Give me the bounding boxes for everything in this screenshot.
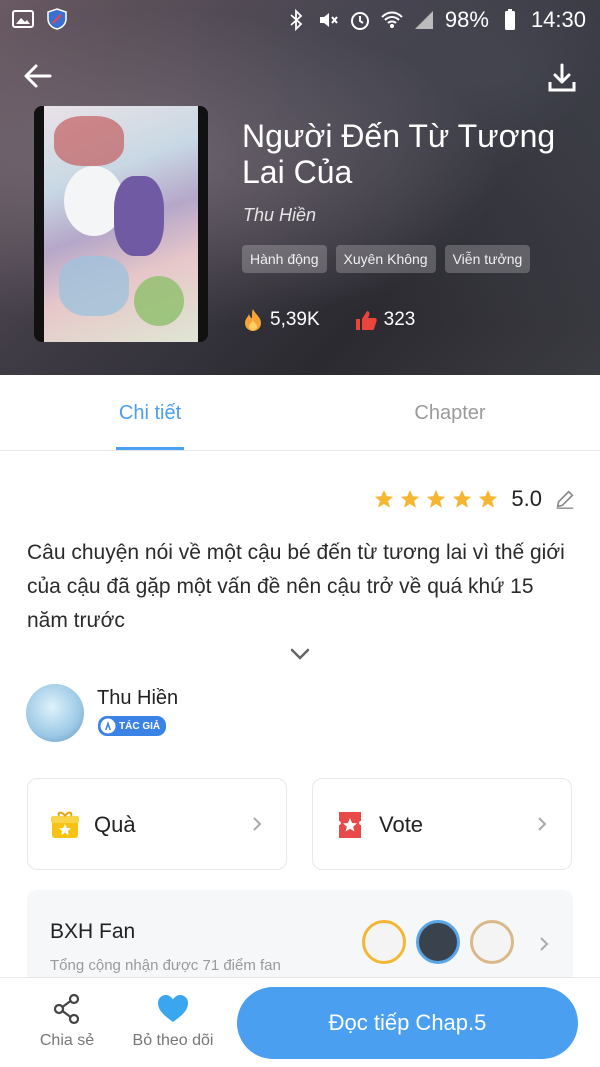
rating-value: 5.0 (511, 486, 542, 511)
share-button[interactable]: Chia sẻ (22, 992, 112, 1050)
status-bar: 98% 14:30 (0, 0, 600, 40)
share-icon (53, 993, 80, 1025)
book-author: Thu Hiền (243, 205, 317, 225)
signal-icon (414, 11, 433, 29)
likes-count: 323 (383, 309, 416, 330)
tab-details[interactable]: Chi tiết (0, 375, 300, 450)
tab-chapter[interactable]: Chapter (300, 375, 600, 450)
fan-avatar-bronze (470, 920, 514, 964)
gift-button[interactable]: Quà (27, 778, 287, 870)
unfollow-button[interactable]: Bỏ theo dõi (128, 992, 218, 1050)
gallery-icon (12, 10, 34, 28)
genre-tag[interactable]: Viễn tưởng (444, 245, 531, 273)
thumbs-up-icon (355, 311, 377, 330)
book-title: Người Đến Từ Tương Lai Của (242, 118, 556, 190)
author-profile[interactable]: Thu Hiền TÁC GIẢ (26, 684, 574, 744)
battery-icon (504, 9, 515, 30)
alarm-icon (350, 12, 369, 30)
bottom-action-bar: Chia sẻ Bỏ theo dõi Đọc tiếp Chap.5 (0, 977, 600, 1067)
genre-tag[interactable]: Hành động (242, 245, 327, 273)
unfollow-label: Bỏ theo dõi (132, 1032, 214, 1049)
avatar (26, 684, 84, 742)
genre-tag[interactable]: Xuyên Không (335, 245, 436, 273)
share-label: Chia sẻ (39, 1032, 95, 1049)
star-icon (479, 489, 498, 508)
back-arrow-icon[interactable] (20, 58, 56, 94)
vote-ticket-icon (339, 812, 361, 838)
mute-icon (319, 13, 338, 27)
chevron-down-icon[interactable] (288, 642, 312, 666)
tab-bar: Chi tiết Chapter (0, 375, 600, 451)
flame-icon (245, 309, 261, 331)
heart-icon (158, 995, 188, 1022)
views-count: 5,39K (270, 309, 320, 330)
star-icon (427, 489, 446, 508)
author-badge: TÁC GIẢ (98, 716, 167, 736)
book-stats: 5,39K 323 (242, 308, 449, 332)
fan-avatar-silver (416, 920, 460, 964)
gift-icon (51, 811, 79, 838)
bluetooth-icon (290, 9, 303, 31)
battery-percent: 98% (444, 7, 489, 32)
book-description: Câu chuyện nói về một cậu bé đến từ tươn… (27, 541, 565, 632)
author-name: Thu Hiền (97, 687, 179, 709)
author-badge-icon (100, 718, 116, 734)
clock: 14:30 (530, 7, 586, 32)
book-header: 98% 14:30 Người Đến Từ Tương Lai Của Thu… (0, 0, 600, 375)
continue-reading-button[interactable]: Đọc tiếp Chap.5 (237, 987, 578, 1059)
rating: 5.0 (373, 486, 576, 512)
gift-label: Quà (94, 812, 136, 837)
fan-ranking-title: BXH Fan (50, 920, 136, 943)
star-icon (401, 489, 420, 508)
fan-avatar-gold (362, 920, 406, 964)
chevron-right-icon (253, 817, 262, 831)
chevron-right-icon (540, 937, 549, 951)
star-icon (375, 489, 394, 508)
edit-pencil-icon[interactable] (554, 488, 576, 510)
fan-ranking-subtitle: Tổng cộng nhận được 71 điểm fan (50, 957, 281, 974)
vote-label: Vote (379, 812, 424, 837)
download-icon[interactable] (544, 60, 580, 96)
vote-button[interactable]: Vote (312, 778, 572, 870)
star-icon (453, 489, 472, 508)
book-cover (34, 106, 208, 342)
top-fans (362, 920, 514, 964)
wifi-icon (381, 11, 403, 28)
genre-tags: Hành động Xuyên Không Viễn tưởng (242, 245, 531, 273)
shield-icon (47, 8, 67, 30)
chevron-right-icon (538, 817, 547, 831)
